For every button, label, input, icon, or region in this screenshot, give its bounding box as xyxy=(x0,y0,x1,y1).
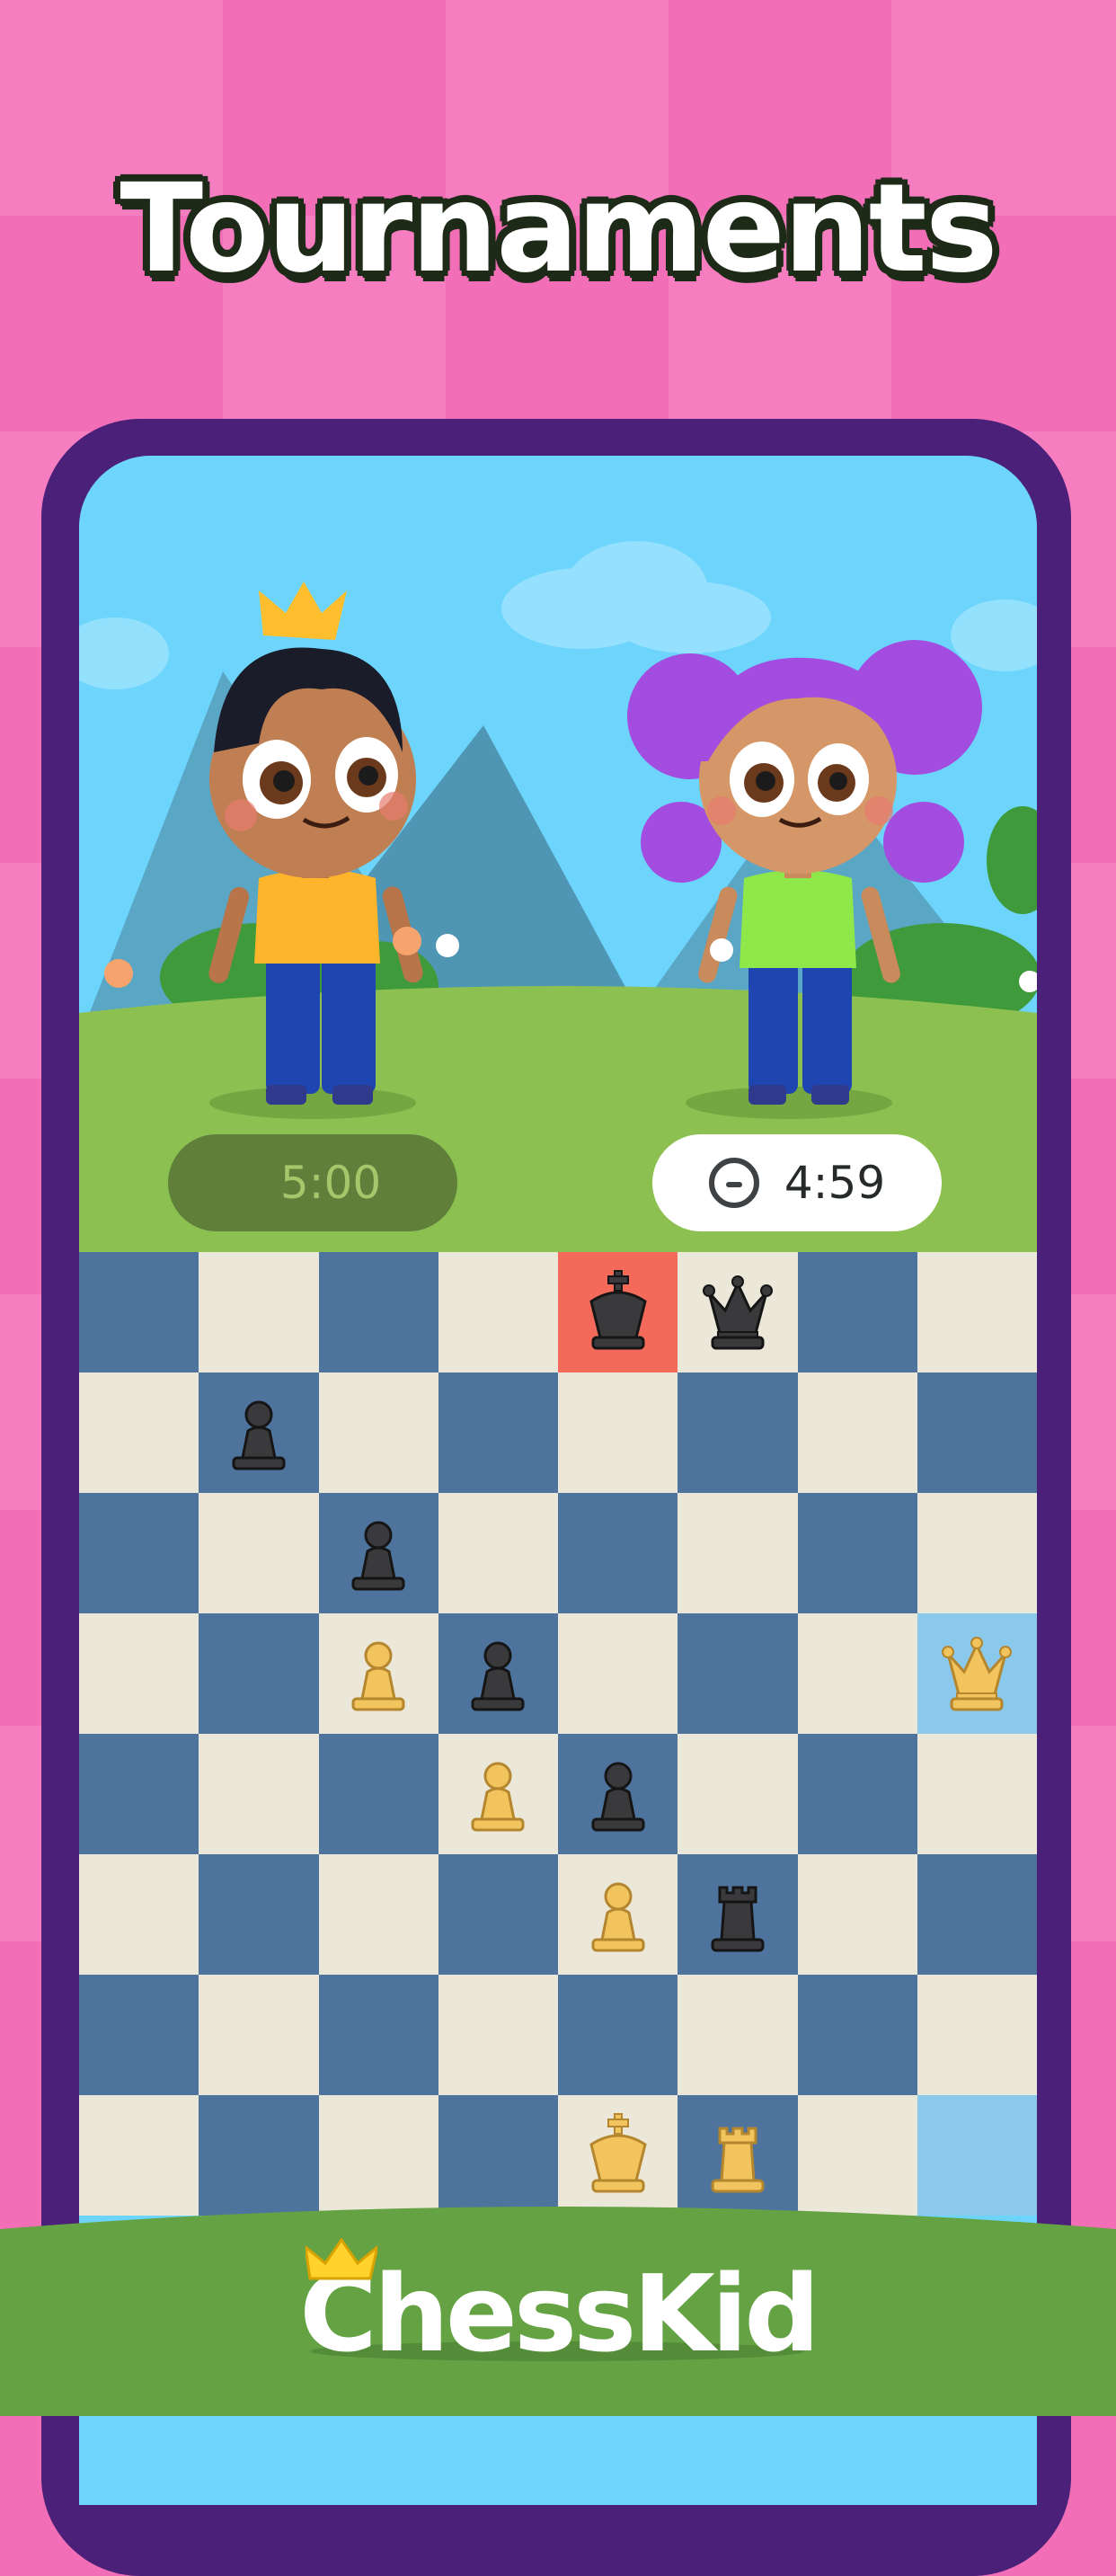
square-b8[interactable] xyxy=(199,1252,319,1372)
square-b5[interactable] xyxy=(199,1613,319,1734)
square-e3[interactable] xyxy=(558,1854,678,1975)
square-b3[interactable] xyxy=(199,1854,319,1975)
square-b4[interactable] xyxy=(199,1734,319,1854)
clock-right-time: 4:59 xyxy=(784,1157,886,1209)
square-c8[interactable] xyxy=(318,1252,438,1372)
square-c3[interactable] xyxy=(318,1854,438,1975)
square-c2[interactable] xyxy=(318,1975,438,2095)
square-b1[interactable] xyxy=(199,2095,319,2216)
crown-icon xyxy=(306,2238,377,2280)
square-f3[interactable] xyxy=(678,1854,798,1975)
black-queen-icon[interactable] xyxy=(693,1266,783,1359)
square-b7[interactable] xyxy=(199,1372,319,1493)
square-g2[interactable] xyxy=(797,1975,917,2095)
white-pawn-icon[interactable] xyxy=(453,1747,543,1841)
square-g3[interactable] xyxy=(797,1854,917,1975)
square-c4[interactable] xyxy=(318,1734,438,1854)
white-pawn-icon[interactable] xyxy=(333,1627,423,1720)
scene-illustration xyxy=(79,456,1037,1252)
black-pawn-icon[interactable] xyxy=(573,1747,663,1841)
square-c1[interactable] xyxy=(318,2095,438,2216)
square-d7[interactable] xyxy=(438,1372,558,1493)
game-screen: 5:00 4:59 xyxy=(79,456,1037,2505)
square-g7[interactable] xyxy=(797,1372,917,1493)
square-d1[interactable] xyxy=(438,2095,558,2216)
square-h5[interactable] xyxy=(917,1613,1037,1734)
square-e4[interactable] xyxy=(558,1734,678,1854)
square-e5[interactable] xyxy=(558,1613,678,1734)
square-d6[interactable] xyxy=(438,1493,558,1613)
black-pawn-icon[interactable] xyxy=(453,1627,543,1720)
square-a6[interactable] xyxy=(79,1493,199,1613)
square-g1[interactable] xyxy=(797,2095,917,2216)
square-f1[interactable] xyxy=(678,2095,798,2216)
square-d8[interactable] xyxy=(438,1252,558,1372)
square-f4[interactable] xyxy=(678,1734,798,1854)
square-h6[interactable] xyxy=(917,1493,1037,1613)
square-b2[interactable] xyxy=(199,1975,319,2095)
white-rook-icon[interactable] xyxy=(693,2109,783,2202)
square-h8[interactable] xyxy=(917,1252,1037,1372)
square-e7[interactable] xyxy=(558,1372,678,1493)
white-queen-icon[interactable] xyxy=(932,1627,1022,1720)
square-f8[interactable] xyxy=(678,1252,798,1372)
black-king-icon[interactable] xyxy=(573,1266,663,1359)
square-d4[interactable] xyxy=(438,1734,558,1854)
chesskid-logo: ChessKid xyxy=(299,2252,819,2376)
square-d3[interactable] xyxy=(438,1854,558,1975)
square-a2[interactable] xyxy=(79,1975,199,2095)
black-pawn-icon[interactable] xyxy=(214,1386,304,1479)
square-c5[interactable] xyxy=(318,1613,438,1734)
square-h1[interactable] xyxy=(917,2095,1037,2216)
square-g6[interactable] xyxy=(797,1493,917,1613)
square-h3[interactable] xyxy=(917,1854,1037,1975)
clock-left-time: 5:00 xyxy=(279,1157,382,1209)
square-b6[interactable] xyxy=(199,1493,319,1613)
square-a5[interactable] xyxy=(79,1613,199,1734)
square-d2[interactable] xyxy=(438,1975,558,2095)
square-a7[interactable] xyxy=(79,1372,199,1493)
square-e2[interactable] xyxy=(558,1975,678,2095)
square-a8[interactable] xyxy=(79,1252,199,1372)
square-f5[interactable] xyxy=(678,1613,798,1734)
square-h2[interactable] xyxy=(917,1975,1037,2095)
square-c7[interactable] xyxy=(318,1372,438,1493)
square-a1[interactable] xyxy=(79,2095,199,2216)
square-a4[interactable] xyxy=(79,1734,199,1854)
square-c6[interactable] xyxy=(318,1493,438,1613)
black-rook-icon[interactable] xyxy=(693,1868,783,1961)
square-e8[interactable] xyxy=(558,1252,678,1372)
white-pawn-icon[interactable] xyxy=(573,1868,663,1961)
chess-board[interactable] xyxy=(79,1252,1037,2216)
square-e1[interactable] xyxy=(558,2095,678,2216)
square-d5[interactable] xyxy=(438,1613,558,1734)
square-g8[interactable] xyxy=(797,1252,917,1372)
player-clock-left: 5:00 xyxy=(168,1134,457,1231)
white-king-icon[interactable] xyxy=(573,2109,663,2202)
square-g4[interactable] xyxy=(797,1734,917,1854)
square-h4[interactable] xyxy=(917,1734,1037,1854)
square-g5[interactable] xyxy=(797,1613,917,1734)
square-f7[interactable] xyxy=(678,1372,798,1493)
player-clock-right: 4:59 xyxy=(652,1134,942,1231)
square-f2[interactable] xyxy=(678,1975,798,2095)
black-pawn-icon[interactable] xyxy=(333,1506,423,1600)
minus-circle-icon xyxy=(708,1158,759,1208)
square-e6[interactable] xyxy=(558,1493,678,1613)
page-title: Tournaments xyxy=(120,158,997,300)
square-f6[interactable] xyxy=(678,1493,798,1613)
square-h7[interactable] xyxy=(917,1372,1037,1493)
square-a3[interactable] xyxy=(79,1854,199,1975)
